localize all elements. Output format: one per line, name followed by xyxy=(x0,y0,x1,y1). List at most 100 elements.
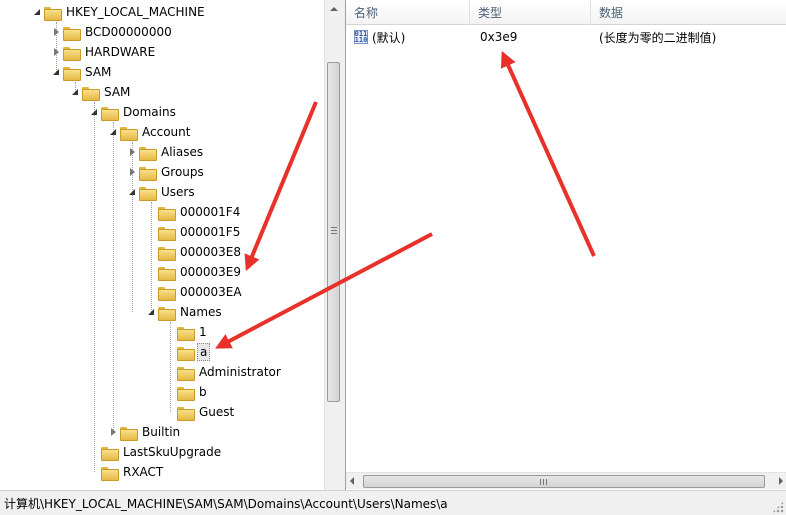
tree-node-label: b xyxy=(199,385,207,399)
expand-toggle-icon[interactable] xyxy=(109,428,117,436)
folder-icon xyxy=(158,266,176,281)
tree-node-label: 000003EA xyxy=(180,285,242,299)
expand-toggle-icon[interactable] xyxy=(128,168,136,176)
folder-icon xyxy=(158,206,176,221)
folder-icon xyxy=(177,386,195,401)
tree-node-label: 1 xyxy=(199,325,207,339)
tree-node-label: 000001F5 xyxy=(180,225,241,239)
folder-icon xyxy=(63,46,81,61)
folder-icon xyxy=(158,226,176,241)
folder-icon xyxy=(177,406,195,421)
tree-node-label: RXACT xyxy=(123,465,164,479)
tree-node-label: LastSkuUpgrade xyxy=(123,445,222,459)
tree-node-username[interactable]: b xyxy=(177,382,209,402)
status-bar: 计算机\HKEY_LOCAL_MACHINE\SAM\SAM\Domains\A… xyxy=(0,490,786,515)
value-name: (默认) xyxy=(372,30,406,45)
scroll-left-arrow-icon[interactable] xyxy=(350,477,354,485)
folder-icon xyxy=(158,246,176,261)
folder-icon xyxy=(120,426,138,441)
tree-guide-line xyxy=(113,122,114,432)
value-type: 0x3e9 xyxy=(480,30,518,44)
column-header-data[interactable]: 数据 xyxy=(591,0,786,25)
expand-toggle-icon[interactable] xyxy=(33,8,41,16)
value-data: (长度为零的二进制值) xyxy=(599,30,717,45)
expand-toggle-icon[interactable] xyxy=(52,48,60,56)
tree-scroll-thumb[interactable] xyxy=(327,62,340,402)
expand-toggle-icon[interactable] xyxy=(109,128,117,136)
column-header-type[interactable]: 类型 xyxy=(470,0,591,25)
scroll-right-arrow-icon[interactable] xyxy=(779,477,783,485)
scroll-up-arrow-icon[interactable] xyxy=(325,0,341,17)
folder-icon xyxy=(158,306,176,321)
binary-value-icon: 011 110 xyxy=(354,30,368,44)
tree-node-label: Administrator xyxy=(199,365,281,379)
tree-node-username[interactable]: Administrator xyxy=(177,362,283,382)
list-scroll-thumb[interactable] xyxy=(363,475,765,488)
column-header-name[interactable]: 名称 xyxy=(346,0,470,25)
tree-node-domains[interactable]: Domains xyxy=(90,102,178,122)
tree-node-users[interactable]: Users xyxy=(128,182,197,202)
tree-node-bcd[interactable]: BCD00000000 xyxy=(52,22,174,42)
tree-node-builtin[interactable]: Builtin xyxy=(109,422,182,442)
tree-node-label: 000003E8 xyxy=(180,245,242,259)
tree-node-username[interactable]: Guest xyxy=(177,402,236,422)
tree-node-account[interactable]: Account xyxy=(109,122,192,142)
expand-toggle-icon[interactable] xyxy=(128,148,136,156)
folder-icon xyxy=(82,86,100,101)
tree-node-groups[interactable]: Groups xyxy=(128,162,206,182)
tree-node-aliases[interactable]: Aliases xyxy=(128,142,205,162)
expand-toggle-icon[interactable] xyxy=(71,88,79,96)
value-row[interactable]: 011 110 (默认) 0x3e9 (长度为零的二进制值) xyxy=(346,27,786,47)
tree-node-label: 000003E9 xyxy=(180,265,242,279)
tree-node-label: 000001F4 xyxy=(180,205,241,219)
tree-node-label: Aliases xyxy=(161,145,204,159)
folder-icon xyxy=(139,146,157,161)
tree-node-label: Account xyxy=(142,125,191,139)
tree-node-sam[interactable]: SAM xyxy=(52,62,113,82)
tree-node-label: SAM xyxy=(85,65,112,79)
folder-icon xyxy=(177,326,195,341)
folder-icon xyxy=(177,366,195,381)
tree-node-hardware[interactable]: HARDWARE xyxy=(52,42,157,62)
expand-toggle-icon[interactable] xyxy=(147,308,155,316)
expand-toggle-icon[interactable] xyxy=(90,108,98,116)
list-horizontal-scrollbar[interactable] xyxy=(346,472,786,489)
folder-icon xyxy=(120,126,138,141)
tree-node-sam-sam[interactable]: SAM xyxy=(71,82,132,102)
resize-grip-icon[interactable] xyxy=(772,501,784,513)
folder-icon xyxy=(177,346,195,361)
tree-node-label: HARDWARE xyxy=(85,45,156,59)
tree-node-user-rid[interactable]: 000003E9 xyxy=(158,262,243,282)
tree-guide-line xyxy=(170,322,171,412)
expand-toggle-icon[interactable] xyxy=(52,68,60,76)
expand-toggle-icon[interactable] xyxy=(52,28,60,36)
tree-node-user-rid[interactable]: 000001F4 xyxy=(158,202,242,222)
folder-icon xyxy=(63,26,81,41)
tree-vertical-scrollbar[interactable] xyxy=(324,0,341,490)
registry-value-list[interactable]: 名称 类型 数据 011 110 (默认) 0x3e9 (长度为零的二进制值) xyxy=(345,0,786,490)
tree-node-username-selected[interactable]: a xyxy=(177,342,211,362)
expand-toggle-icon[interactable] xyxy=(128,188,136,196)
tree-node-rxact[interactable]: RXACT xyxy=(101,462,165,482)
grip-icon xyxy=(331,227,337,234)
folder-icon xyxy=(63,66,81,81)
tree-node-user-rid[interactable]: 000003E8 xyxy=(158,242,243,262)
folder-icon xyxy=(101,466,119,481)
tree-node-label: Builtin xyxy=(142,425,181,439)
tree-node-hklm[interactable]: HKEY_LOCAL_MACHINE xyxy=(33,2,207,22)
grip-icon xyxy=(540,479,547,485)
tree-node-username[interactable]: 1 xyxy=(177,322,209,342)
tree-node-label: a xyxy=(197,343,211,361)
tree-node-user-rid[interactable]: 000003EA xyxy=(158,282,244,302)
tree-node-user-rid[interactable]: 000001F5 xyxy=(158,222,242,242)
folder-icon xyxy=(101,106,119,121)
tree-guide-line xyxy=(151,202,152,312)
tree-node-label: BCD00000000 xyxy=(85,25,172,39)
folder-icon xyxy=(139,186,157,201)
registry-key-tree[interactable]: HKEY_LOCAL_MACHINE BCD00000000 HARDWARE … xyxy=(0,0,341,490)
tree-node-label: Users xyxy=(161,185,195,199)
tree-node-lastskuupgrade[interactable]: LastSkuUpgrade xyxy=(101,442,223,462)
tree-node-label: HKEY_LOCAL_MACHINE xyxy=(66,5,205,19)
tree-node-label: Domains xyxy=(123,105,176,119)
tree-node-names[interactable]: Names xyxy=(147,302,224,322)
